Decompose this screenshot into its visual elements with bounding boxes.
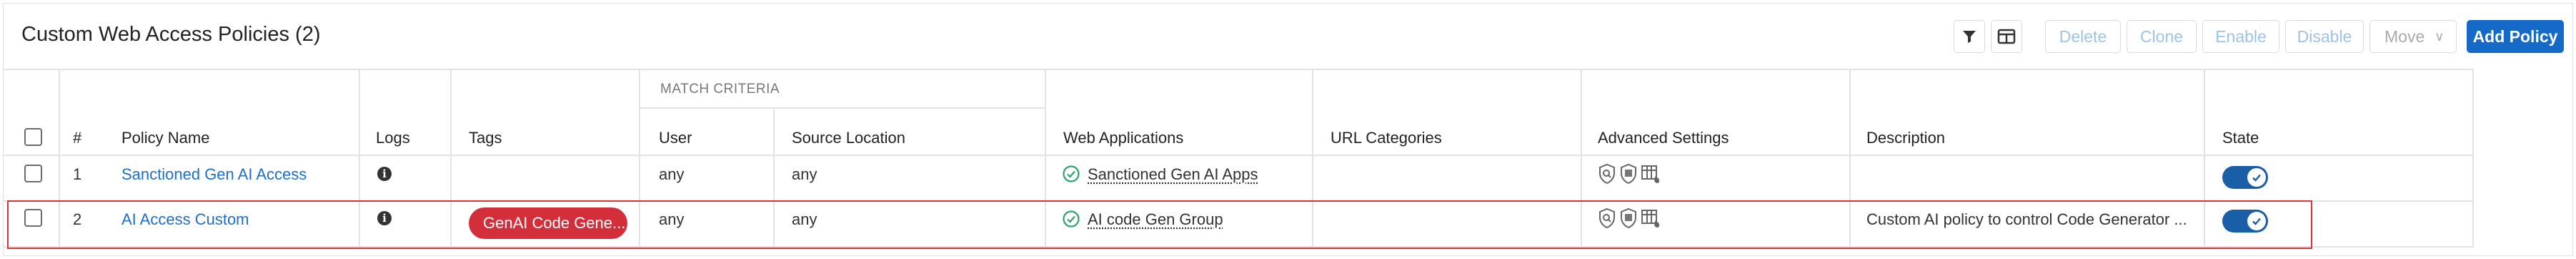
chevron-down-icon: ∨: [2435, 29, 2445, 44]
row-number: 1: [73, 165, 82, 183]
move-label: Move: [2384, 26, 2425, 46]
info-icon[interactable]: i: [377, 167, 392, 181]
filter-button[interactable]: [1954, 20, 1985, 53]
column-header-url-categories[interactable]: URL Categories: [1331, 129, 1442, 147]
column-header-advanced-settings[interactable]: Advanced Settings: [1598, 129, 1729, 147]
policy-name-link[interactable]: Sanctioned Gen AI Access: [121, 165, 307, 184]
filter-icon: [1963, 31, 1976, 43]
delete-button[interactable]: Delete: [2045, 20, 2121, 53]
select-all-checkbox[interactable]: [24, 128, 42, 146]
state-toggle[interactable]: [2222, 166, 2268, 189]
shield-data-icon: [1621, 163, 1636, 185]
toolbar: Delete Clone Enable Disable Move ∨ Add P…: [0, 20, 2576, 53]
move-button[interactable]: Move ∨: [2369, 20, 2457, 53]
group-header-divider: [639, 107, 1046, 109]
column-header-source-location[interactable]: Source Location: [792, 129, 905, 147]
match-criteria-group-header: MATCH CRITERIA: [660, 82, 780, 97]
row-highlight: [7, 200, 2312, 249]
disable-button[interactable]: Disable: [2285, 20, 2364, 53]
column-header-web-applications[interactable]: Web Applications: [1063, 129, 1183, 147]
column-header-policy-name[interactable]: Policy Name: [121, 129, 209, 147]
web-application-link[interactable]: Sanctioned Gen AI Apps: [1088, 165, 1258, 184]
check-circle-icon: [1063, 165, 1080, 182]
columns-button[interactable]: [1991, 20, 2022, 53]
column-header-description[interactable]: Description: [1866, 129, 1945, 147]
shield-search-icon: [1599, 163, 1615, 185]
clone-button[interactable]: Clone: [2127, 20, 2197, 53]
grid-fire-icon: [1641, 165, 1660, 183]
row-checkbox[interactable]: [24, 165, 42, 182]
user-value: any: [659, 165, 685, 183]
column-header-state[interactable]: State: [2222, 129, 2259, 147]
col-divider: [2472, 69, 2474, 246]
table-top-border: [3, 69, 2474, 70]
add-policy-button[interactable]: Add Policy: [2467, 20, 2564, 53]
advanced-settings-icons[interactable]: [1598, 163, 1662, 185]
column-header-logs[interactable]: Logs: [376, 129, 410, 147]
check-icon: [2247, 168, 2266, 187]
column-header-num[interactable]: #: [73, 129, 81, 147]
column-header-tags[interactable]: Tags: [469, 129, 502, 147]
source-location-value: any: [792, 165, 817, 183]
columns-icon: [1997, 29, 2016, 44]
enable-button[interactable]: Enable: [2202, 20, 2279, 53]
column-header-user[interactable]: User: [659, 129, 692, 147]
header-bottom-border: [3, 155, 2474, 156]
